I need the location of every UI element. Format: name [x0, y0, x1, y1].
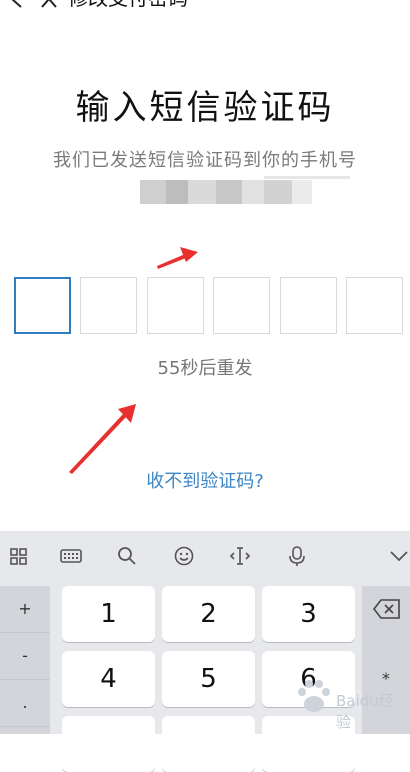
code-digit-box[interactable]: [147, 277, 204, 334]
key-5[interactable]: 5: [162, 651, 255, 707]
key-row-3-middle[interactable]: [162, 716, 255, 772]
code-digit-box[interactable]: [280, 277, 337, 334]
keypad-icon[interactable]: [58, 543, 84, 569]
code-digit-box[interactable]: [14, 277, 71, 334]
top-bar: 修改支付密码: [0, 0, 410, 16]
cursor-icon[interactable]: [227, 543, 253, 569]
dot-key[interactable]: .: [0, 680, 50, 727]
heading: 输入短信验证码: [75, 88, 335, 128]
key-row-3-left[interactable]: [62, 716, 155, 772]
back-arrow-icon[interactable]: [6, 0, 28, 10]
annotation-arrow-upper: [157, 247, 198, 269]
verification-code-input[interactable]: [14, 277, 404, 334]
code-digit-box[interactable]: [213, 277, 270, 334]
watermark-text: Baidu经验: [336, 692, 394, 731]
search-icon[interactable]: [114, 543, 140, 569]
masked-phone-number: [126, 176, 350, 208]
key-4[interactable]: 4: [62, 651, 155, 707]
key-2[interactable]: 2: [162, 586, 255, 642]
minus-key[interactable]: -: [0, 633, 50, 680]
key-1[interactable]: 1: [62, 586, 155, 642]
keyboard-toolbar: [0, 531, 410, 581]
close-icon[interactable]: [38, 0, 60, 10]
subtitle: 我们已发送短信验证码到你的手机号: [53, 150, 357, 171]
paw-logo-icon: [298, 680, 330, 712]
code-digit-box[interactable]: [80, 277, 137, 334]
symbol-column-left: + - .: [0, 586, 50, 734]
emoji-icon[interactable]: [171, 543, 197, 569]
watermark: Baidu经验: [294, 670, 406, 731]
plus-key[interactable]: +: [0, 586, 50, 633]
backspace-icon[interactable]: [372, 598, 402, 620]
annotation-arrow-lower: [69, 404, 136, 474]
resend-countdown: 55秒后重发: [157, 358, 253, 379]
chevron-down-icon[interactable]: [386, 543, 410, 569]
no-code-help-link[interactable]: 收不到验证码?: [0, 467, 410, 493]
key-3[interactable]: 3: [262, 586, 355, 642]
grid-icon[interactable]: [6, 543, 32, 569]
page-title: 修改支付密码: [68, 0, 188, 12]
code-digit-box[interactable]: [346, 277, 403, 334]
microphone-icon[interactable]: [284, 543, 310, 569]
